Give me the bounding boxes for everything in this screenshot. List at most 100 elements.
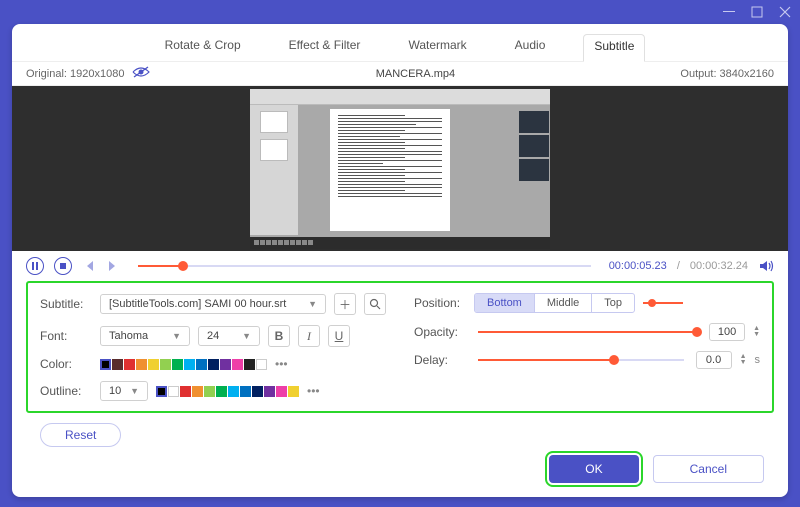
search-subtitle-button[interactable] <box>364 293 386 315</box>
subtitle-file-dropdown[interactable]: [SubtitleTools.com] SAMI 00 hour.srt ▼ <box>100 294 326 314</box>
color-swatch[interactable] <box>156 386 167 397</box>
outline-label: Outline: <box>40 384 92 398</box>
time-total: 00:00:32.24 <box>690 260 748 272</box>
time-sep: / <box>677 260 680 272</box>
add-subtitle-button[interactable]: ＋ <box>334 293 356 315</box>
font-size-value: 24 <box>207 330 219 342</box>
info-bar: Original: 1920x1080 MANCERA.mp4 Output: … <box>12 62 788 86</box>
editor-dialog: Rotate & Crop Effect & Filter Watermark … <box>12 24 788 497</box>
outline-size-value: 10 <box>109 385 121 397</box>
color-swatch[interactable] <box>196 359 207 370</box>
cancel-button[interactable]: Cancel <box>653 455 764 483</box>
chevron-down-icon: ▼ <box>308 299 317 309</box>
timeline-slider[interactable] <box>138 265 591 267</box>
color-swatch[interactable] <box>276 386 287 397</box>
close-icon[interactable] <box>778 5 792 19</box>
color-swatch[interactable] <box>192 386 203 397</box>
position-top[interactable]: Top <box>592 294 634 312</box>
color-swatch[interactable] <box>256 359 267 370</box>
color-swatch[interactable] <box>232 359 243 370</box>
font-size-dropdown[interactable]: 24 ▼ <box>198 326 260 346</box>
delay-slider[interactable] <box>478 359 684 361</box>
outline-swatches <box>156 386 299 397</box>
original-resolution: Original: 1920x1080 <box>26 68 124 80</box>
delay-label: Delay: <box>414 353 466 367</box>
minimize-icon[interactable] <box>722 5 736 19</box>
subtitle-panel: Subtitle: [SubtitleTools.com] SAMI 00 ho… <box>26 281 774 413</box>
color-swatch[interactable] <box>184 359 195 370</box>
color-swatch[interactable] <box>220 359 231 370</box>
outline-size-dropdown[interactable]: 10 ▼ <box>100 381 148 401</box>
color-swatch[interactable] <box>100 359 111 370</box>
pause-button[interactable] <box>26 257 44 275</box>
color-swatch[interactable] <box>180 386 191 397</box>
preview-toggle-icon[interactable] <box>132 66 150 81</box>
subtitle-file-value: [SubtitleTools.com] SAMI 00 hour.srt <box>109 298 286 310</box>
video-preview <box>12 86 788 251</box>
output-resolution: Output: 3840x2160 <box>680 68 774 80</box>
color-swatches <box>100 359 267 370</box>
opacity-spinner[interactable]: ▲▼ <box>753 326 760 338</box>
reset-button[interactable]: Reset <box>40 423 121 447</box>
bold-button[interactable]: B <box>268 325 290 347</box>
video-frame <box>250 89 550 249</box>
playback-bar: 00:00:05.23 / 00:00:32.24 <box>12 251 788 281</box>
font-label: Font: <box>40 329 92 343</box>
position-offset-slider[interactable] <box>643 302 683 304</box>
delay-unit: s <box>755 354 761 366</box>
opacity-label: Opacity: <box>414 325 466 339</box>
tab-watermark[interactable]: Watermark <box>398 34 476 61</box>
volume-icon[interactable] <box>758 258 774 274</box>
color-swatch[interactable] <box>228 386 239 397</box>
chevron-down-icon: ▼ <box>130 386 139 396</box>
color-swatch[interactable] <box>172 359 183 370</box>
titlebar <box>0 0 800 24</box>
more-outline-colors-button[interactable]: ••• <box>307 384 323 398</box>
ok-button[interactable]: OK <box>549 455 638 483</box>
font-name-value: Tahoma <box>109 330 148 342</box>
opacity-slider[interactable] <box>478 331 697 333</box>
panel-right: Position: Bottom Middle Top Opacity: 100… <box>414 293 760 401</box>
color-swatch[interactable] <box>160 359 171 370</box>
maximize-icon[interactable] <box>750 5 764 19</box>
chevron-down-icon: ▼ <box>172 331 181 341</box>
color-swatch[interactable] <box>204 386 215 397</box>
color-swatch[interactable] <box>208 359 219 370</box>
color-swatch[interactable] <box>124 359 135 370</box>
chevron-down-icon: ▼ <box>242 331 251 341</box>
delay-value[interactable]: 0.0 <box>696 351 732 369</box>
subtitle-label: Subtitle: <box>40 297 92 311</box>
dialog-footer: OK Cancel <box>12 447 788 497</box>
filename: MANCERA.mp4 <box>150 68 680 80</box>
next-frame-button[interactable] <box>106 259 120 273</box>
opacity-value[interactable]: 100 <box>709 323 745 341</box>
font-name-dropdown[interactable]: Tahoma ▼ <box>100 326 190 346</box>
prev-frame-button[interactable] <box>82 259 96 273</box>
delay-spinner[interactable]: ▲▼ <box>740 354 747 366</box>
position-bottom[interactable]: Bottom <box>475 294 535 312</box>
position-label: Position: <box>414 296 466 310</box>
color-swatch[interactable] <box>240 386 251 397</box>
color-swatch[interactable] <box>112 359 123 370</box>
time-current: 00:00:05.23 <box>609 260 667 272</box>
color-swatch[interactable] <box>264 386 275 397</box>
more-colors-button[interactable]: ••• <box>275 357 291 371</box>
position-middle[interactable]: Middle <box>535 294 592 312</box>
tab-subtitle[interactable]: Subtitle <box>583 34 645 62</box>
color-swatch[interactable] <box>148 359 159 370</box>
panel-left: Subtitle: [SubtitleTools.com] SAMI 00 ho… <box>40 293 386 401</box>
tab-audio[interactable]: Audio <box>505 34 556 61</box>
italic-button[interactable]: I <box>298 325 320 347</box>
stop-button[interactable] <box>54 257 72 275</box>
tab-effect-filter[interactable]: Effect & Filter <box>279 34 371 61</box>
color-swatch[interactable] <box>136 359 147 370</box>
tab-rotate-crop[interactable]: Rotate & Crop <box>155 34 251 61</box>
color-swatch[interactable] <box>288 386 299 397</box>
color-swatch[interactable] <box>252 386 263 397</box>
position-segmented: Bottom Middle Top <box>474 293 635 313</box>
color-swatch[interactable] <box>168 386 179 397</box>
color-swatch[interactable] <box>216 386 227 397</box>
color-swatch[interactable] <box>244 359 255 370</box>
underline-button[interactable]: U <box>328 325 350 347</box>
tab-bar: Rotate & Crop Effect & Filter Watermark … <box>12 24 788 62</box>
